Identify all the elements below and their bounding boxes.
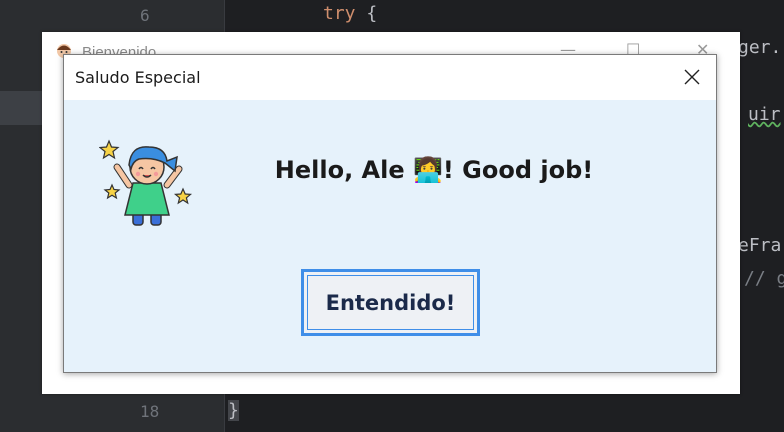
- cheering-child-with-stars-icon: [99, 139, 193, 226]
- line-number: 18: [140, 402, 160, 421]
- close-icon: [684, 69, 700, 85]
- dialog-close-button[interactable]: [668, 55, 716, 99]
- dialog-message: Hello, Ale 👩‍💻! Good job!: [274, 156, 594, 184]
- code-fragment: ger.: [738, 37, 782, 58]
- ok-button[interactable]: Entendido!: [301, 269, 480, 336]
- code-fragment: eFra: [738, 235, 782, 256]
- dialog-title: Saludo Especial: [75, 68, 201, 87]
- ide-selected-row[interactable]: [0, 91, 42, 125]
- code-line: }: [228, 400, 239, 421]
- dialog-titlebar: Saludo Especial: [64, 55, 716, 100]
- line-number: 6: [140, 6, 150, 25]
- message-dialog: Saludo Especial Hello, Ale 👩‍💻! Good: [63, 54, 717, 373]
- code-fragment: uir: [748, 104, 781, 125]
- closing-brace: }: [228, 400, 239, 421]
- code-line: try {: [323, 3, 378, 24]
- keyword-try: try: [323, 3, 356, 24]
- code-comment: // g: [744, 268, 784, 289]
